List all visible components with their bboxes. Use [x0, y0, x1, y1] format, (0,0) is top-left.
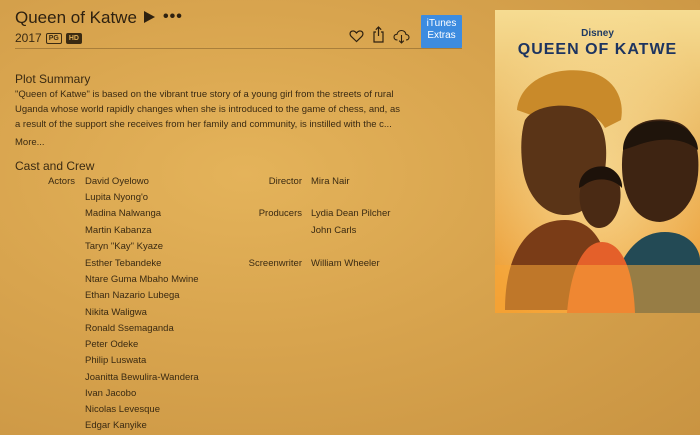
more-options-icon[interactable]: •••: [163, 8, 183, 26]
share-icon[interactable]: [372, 26, 385, 43]
actors-label: Actors: [48, 176, 75, 187]
release-year: 2017: [15, 31, 42, 45]
actor-name[interactable]: Ivan Jacobo: [85, 388, 136, 399]
actor-name[interactable]: Peter Odeke: [85, 339, 138, 350]
actor-name[interactable]: Esther Tebandeke: [85, 258, 161, 269]
actor-name[interactable]: Martin Kabanza: [85, 225, 152, 236]
actor-name[interactable]: Nikita Waligwa: [85, 307, 147, 318]
plot-line: Uganda whose world rapidly changes when …: [15, 104, 400, 115]
download-icon[interactable]: [393, 29, 410, 44]
actor-name[interactable]: Joanitta Bewulira-Wandera: [85, 372, 199, 383]
screenwriter-label: Screenwriter: [248, 258, 302, 269]
extras-label-line2: Extras: [427, 30, 456, 41]
extras-label-line1: iTunes: [426, 18, 457, 29]
screenwriter-name[interactable]: William Wheeler: [311, 258, 380, 269]
cast-and-crew-heading: Cast and Crew: [15, 159, 95, 173]
actor-name[interactable]: Madina Nalwanga: [85, 208, 161, 219]
header-divider: [15, 48, 462, 49]
rating-badge: PG: [45, 32, 62, 44]
actor-name[interactable]: Lupita Nyong'o: [85, 192, 148, 203]
itunes-extras-button[interactable]: iTunes Extras: [421, 15, 462, 48]
director-name[interactable]: Mira Nair: [311, 176, 350, 187]
play-icon[interactable]: [143, 10, 156, 24]
poster-title: QUEEN OF KATWE: [517, 41, 678, 58]
producer-name[interactable]: John Carls: [311, 225, 356, 236]
actor-name[interactable]: Ronald Ssemaganda: [85, 323, 174, 334]
actor-name[interactable]: David Oyelowo: [85, 176, 149, 187]
poster-studio-logo: Disney: [581, 28, 614, 39]
movie-title: Queen of Katwe: [15, 8, 137, 27]
director-label: Director: [268, 176, 302, 187]
heart-icon[interactable]: [349, 29, 364, 43]
actor-name[interactable]: Nicolas Levesque: [85, 404, 160, 415]
actor-name[interactable]: Philip Luswata: [85, 355, 146, 366]
producer-name[interactable]: Lydia Dean Pilcher: [311, 208, 390, 219]
plot-summary-text: "Queen of Katwe" is based on the vibrant…: [15, 87, 455, 132]
plot-line: a result of the support she receives fro…: [15, 119, 392, 130]
hd-badge: HD: [65, 32, 82, 44]
more-link[interactable]: More...: [15, 137, 45, 148]
movie-poster: Disney QUEEN OF KATWE: [495, 10, 700, 313]
actor-name[interactable]: Ethan Nazario Lubega: [85, 290, 180, 301]
actor-name[interactable]: Taryn "Kay" Kyaze: [85, 241, 163, 252]
plot-line: "Queen of Katwe" is based on the vibrant…: [15, 89, 394, 100]
movie-meta: 2017 PG HD: [15, 31, 82, 45]
actor-name[interactable]: Ntare Guma Mbaho Mwine: [85, 274, 199, 285]
producers-label: Producers: [258, 208, 302, 219]
actor-name[interactable]: Edgar Kanyike: [85, 420, 147, 431]
plot-summary-heading: Plot Summary: [15, 72, 91, 86]
